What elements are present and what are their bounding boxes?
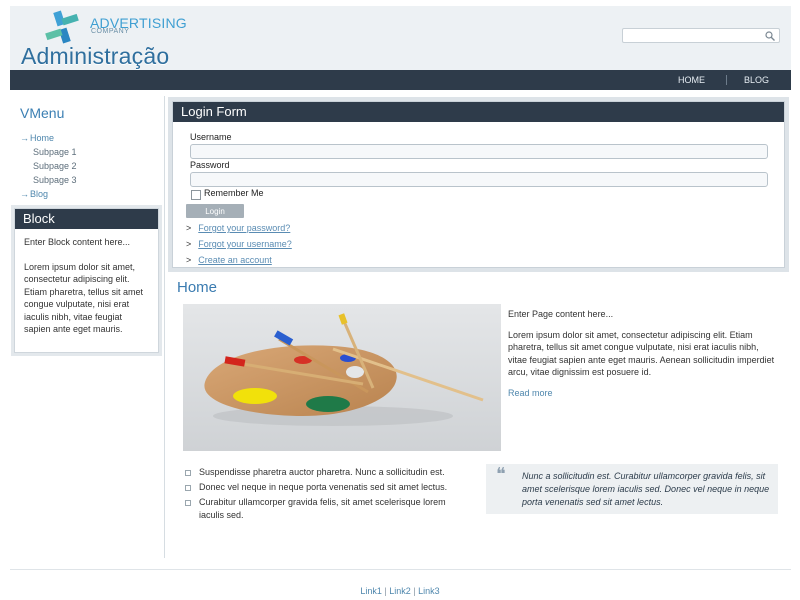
list-item: Donec vel neque in neque porta venenatis… (185, 481, 470, 494)
footer: Link1 | Link2 | Link3 (0, 586, 800, 596)
chevron-right-icon: > (186, 223, 192, 233)
top-navigation: HOME BLOG (10, 70, 791, 90)
page-paragraph: Lorem ipsum dolor sit amet, consectetur … (508, 329, 775, 378)
list-item: Suspendisse pharetra auctor pharetra. Nu… (185, 466, 470, 479)
page-content: Enter Page content here... Lorem ipsum d… (508, 308, 780, 387)
footer-link-1[interactable]: Link1 (360, 586, 382, 596)
block-title: Block (15, 209, 158, 229)
paint-palette-image (183, 304, 501, 451)
search-box (622, 28, 780, 43)
arrow-right-icon: → (20, 189, 29, 199)
remember-me-label: Remember Me (204, 188, 264, 198)
username-label: Username (190, 132, 232, 142)
logo-pinwheel-icon (45, 10, 79, 44)
username-field[interactable] (190, 144, 768, 159)
login-button[interactable]: Login (186, 204, 244, 218)
password-field[interactable] (190, 172, 768, 187)
chevron-right-icon: > (186, 255, 192, 265)
bullet-square-icon (185, 500, 191, 506)
forgot-password-row: > Forgot your password? (186, 223, 290, 233)
login-form: Login Form Username Password Remember Me… (172, 101, 785, 268)
footer-link-3[interactable]: Link3 (418, 586, 440, 596)
remember-me-checkbox[interactable] (191, 190, 201, 200)
footer-divider (10, 569, 791, 570)
read-more-link[interactable]: Read more (508, 388, 553, 398)
block-body: Enter Block content here... Lorem ipsum … (15, 229, 158, 355)
footer-separator: | (384, 586, 387, 596)
quote-icon: ❝ (496, 464, 506, 485)
search-icon[interactable] (764, 30, 776, 42)
password-label: Password (190, 160, 230, 170)
forgot-username-link[interactable]: Forgot your username? (198, 239, 292, 249)
site-header: ADVERTISING COMPANY Administração (10, 6, 791, 70)
vmenu-item-subpage-1[interactable]: Subpage 1 (20, 145, 77, 159)
site-title: Administração (21, 43, 170, 69)
vmenu-item-label: Blog (30, 189, 49, 199)
vmenu-item-blog[interactable]: →Blog (20, 187, 77, 201)
page-title: Home (177, 279, 218, 296)
footer-link-2[interactable]: Link2 (389, 586, 411, 596)
create-account-row: > Create an account (186, 255, 272, 265)
list-item-text: Curabitur ullamcorper gravida felis, sit… (199, 497, 446, 520)
search-input[interactable] (626, 30, 761, 42)
nav-home[interactable]: HOME (678, 70, 705, 90)
page-intro: Enter Page content here... (508, 309, 614, 319)
login-form-title: Login Form (173, 102, 784, 122)
block-intro: Enter Block content here... (24, 237, 131, 247)
vmenu-item-subpage-2[interactable]: Subpage 2 (20, 159, 77, 173)
list-item-text: Suspendisse pharetra auctor pharetra. Nu… (199, 467, 445, 477)
login-form-panel: Login Form Username Password Remember Me… (168, 97, 789, 272)
block-text: Lorem ipsum dolor sit amet, consectetur … (24, 261, 144, 335)
arrow-right-icon: → (20, 133, 29, 143)
list-item-text: Donec vel neque in neque porta venenatis… (199, 482, 448, 492)
bullet-list: Suspendisse pharetra auctor pharetra. Nu… (185, 466, 470, 524)
quote-text: Nunc a sollicitudin est. Curabitur ullam… (522, 471, 770, 507)
bullet-square-icon (185, 485, 191, 491)
sidebar-divider (164, 96, 165, 558)
footer-separator: | (413, 586, 416, 596)
logo-subtext: COMPANY (91, 28, 130, 35)
vmenu-item-label: Home (30, 133, 55, 143)
nav-separator (726, 75, 727, 85)
bullet-square-icon (185, 470, 191, 476)
vmenu-item-subpage-3[interactable]: Subpage 3 (20, 173, 77, 187)
block-panel: Block Enter Block content here... Lorem … (11, 205, 162, 356)
list-item: Curabitur ullamcorper gravida felis, sit… (185, 496, 470, 522)
chevron-right-icon: > (186, 239, 192, 249)
forgot-username-row: > Forgot your username? (186, 239, 292, 249)
vmenu-item-home[interactable]: →Home (20, 131, 77, 145)
block-inner: Block Enter Block content here... Lorem … (14, 208, 159, 353)
nav-blog[interactable]: BLOG (744, 70, 769, 90)
vmenu-title: VMenu (20, 105, 65, 121)
create-account-link[interactable]: Create an account (198, 255, 272, 265)
vmenu-list: →Home Subpage 1 Subpage 2 Subpage 3 →Blo… (20, 131, 77, 201)
forgot-password-link[interactable]: Forgot your password? (198, 223, 290, 233)
blockquote: ❝ Nunc a sollicitudin est. Curabitur ull… (486, 464, 778, 514)
